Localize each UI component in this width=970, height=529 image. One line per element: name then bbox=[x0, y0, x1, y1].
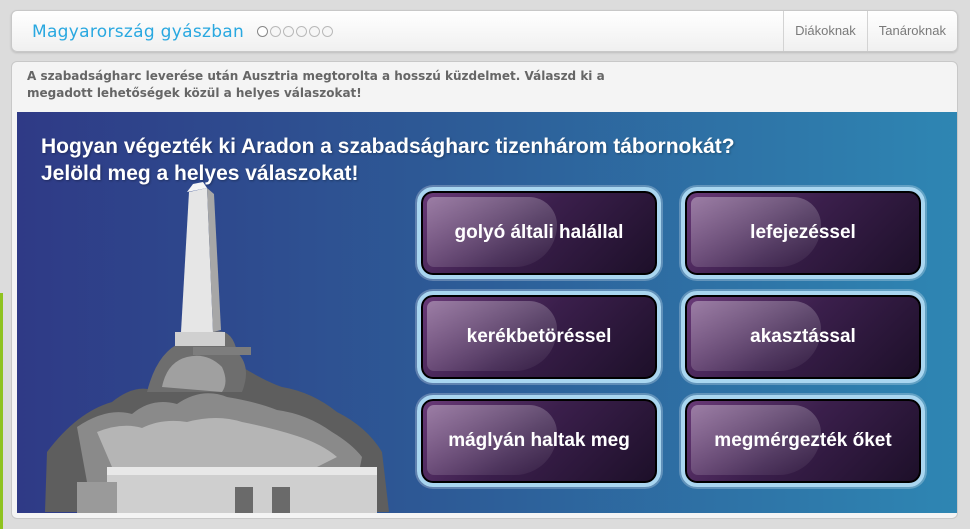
progress-dot bbox=[257, 26, 268, 37]
progress-dot bbox=[322, 26, 333, 37]
progress-dot bbox=[309, 26, 320, 37]
nav-students-link[interactable]: Diákoknak bbox=[783, 11, 867, 51]
instruction-text: A szabadságharc leverése után Ausztria m… bbox=[27, 69, 605, 100]
answer-label: kerékbetöréssel bbox=[466, 326, 612, 347]
progress-dot bbox=[270, 26, 281, 37]
progress-dot bbox=[296, 26, 307, 37]
arad-monument-illustration bbox=[45, 182, 389, 513]
answer-button-hanging[interactable]: akasztással bbox=[681, 291, 925, 383]
main-panel: A szabadságharc leverése után Ausztria m… bbox=[11, 61, 958, 519]
answer-button-breaking-wheel[interactable]: kerékbetöréssel bbox=[417, 291, 661, 383]
answer-button-firing-squad[interactable]: golyó általi halállal bbox=[417, 187, 661, 279]
answer-button-beheading[interactable]: lefejezéssel bbox=[681, 187, 925, 279]
question-line-1: Hogyan végezték ki Aradon a szabadsághar… bbox=[41, 135, 735, 158]
question-text: Hogyan végezték ki Aradon a szabadsághar… bbox=[41, 133, 921, 187]
question-line-2: Jelöld meg a helyes válaszokat! bbox=[41, 162, 359, 185]
answer-label: lefejezéssel bbox=[750, 222, 856, 243]
progress-indicator bbox=[257, 26, 333, 37]
progress-dot bbox=[283, 26, 294, 37]
answer-button-poisoning[interactable]: megmérgezték őket bbox=[681, 395, 925, 487]
nav-teachers-link[interactable]: Tanároknak bbox=[866, 11, 957, 51]
answer-label: akasztással bbox=[750, 326, 856, 347]
app-title: Magyarország gyászban bbox=[32, 22, 245, 42]
answer-button-stake[interactable]: máglyán haltak meg bbox=[417, 395, 661, 487]
quiz-stage: Hogyan végezték ki Aradon a szabadsághar… bbox=[17, 112, 957, 513]
left-accent-bar bbox=[0, 293, 3, 529]
answer-label: máglyán haltak meg bbox=[448, 430, 630, 451]
answer-label: megmérgezték őket bbox=[714, 430, 892, 451]
answer-label: golyó általi halállal bbox=[454, 222, 624, 243]
top-bar: Magyarország gyászban Diákoknak Tanárokn… bbox=[11, 10, 958, 52]
top-nav: Diákoknak Tanároknak bbox=[783, 11, 957, 51]
